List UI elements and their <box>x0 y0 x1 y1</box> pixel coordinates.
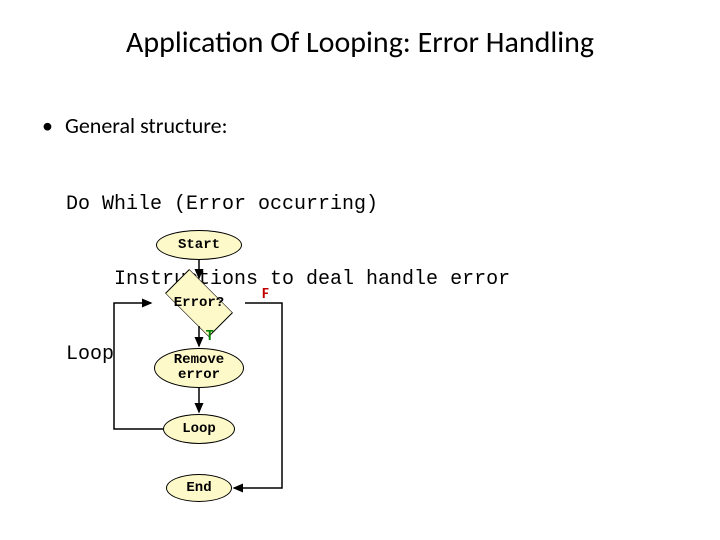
slide: Application Of Looping: Error Handling G… <box>0 0 720 540</box>
bullet-general-structure: General structure: <box>42 112 227 139</box>
flow-arrows <box>66 230 346 530</box>
flowchart: Start Error? T F Remove error Loop End <box>66 230 346 530</box>
code-line-1: Do While (Error occurring) <box>66 192 510 217</box>
page-title: Application Of Looping: Error Handling <box>0 24 720 61</box>
